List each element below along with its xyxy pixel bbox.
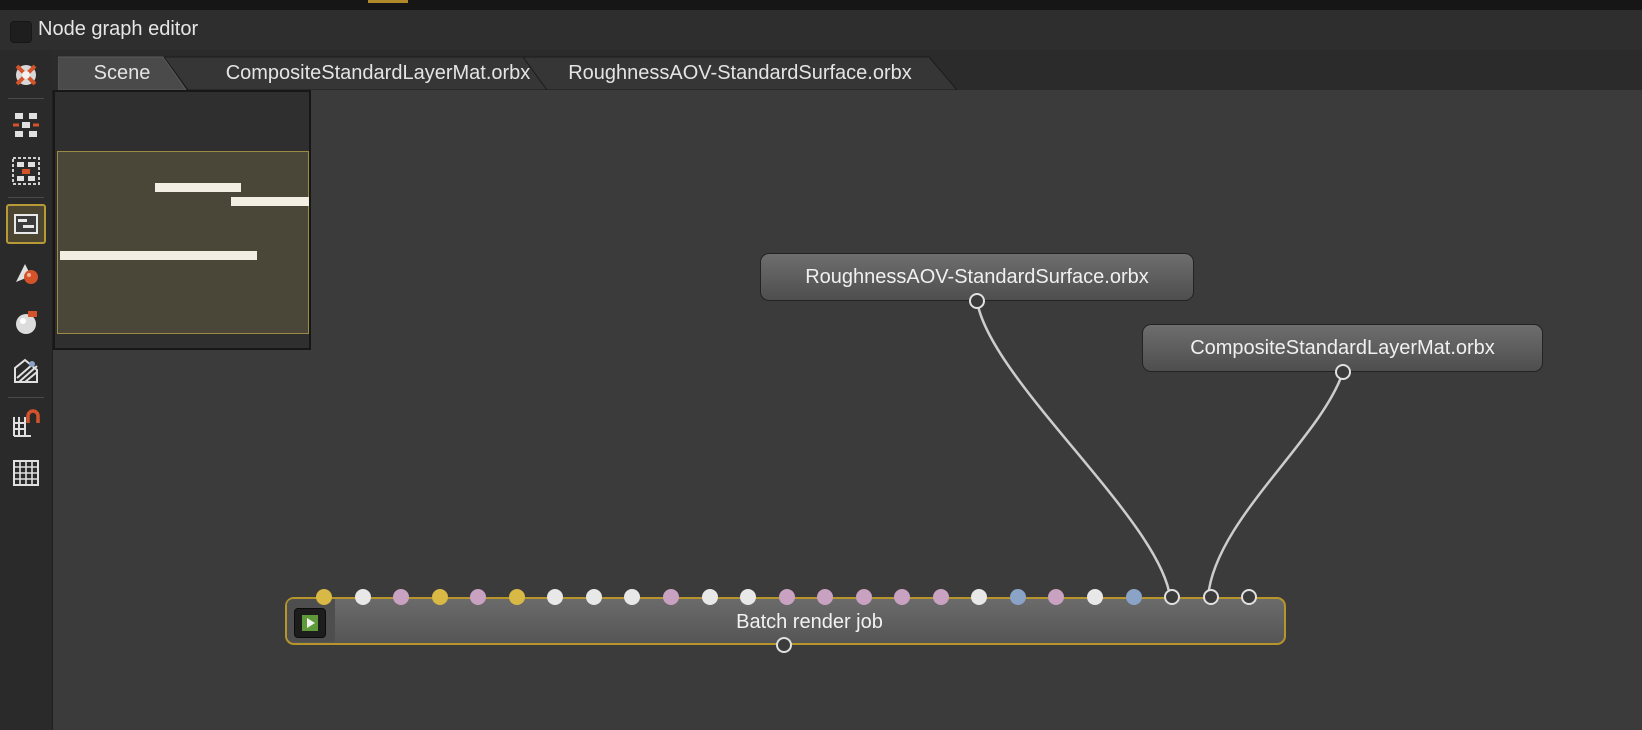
output-pin[interactable]	[1335, 364, 1351, 380]
minimap-node	[60, 251, 257, 260]
tab-label: RoughnessAOV-StandardSurface.orbx	[568, 62, 912, 84]
node-label: RoughnessAOV-StandardSurface.orbx	[805, 265, 1149, 288]
input-pin[interactable]	[1202, 589, 1219, 605]
minimap-node	[155, 183, 241, 192]
input-pin[interactable]	[1087, 589, 1103, 605]
input-pin[interactable]	[431, 589, 448, 605]
input-pin[interactable]	[393, 589, 410, 605]
input-pin[interactable]	[778, 589, 795, 605]
node-label: Batch render job	[736, 611, 883, 633]
input-pin[interactable]	[932, 589, 949, 605]
input-pin[interactable]	[316, 589, 332, 605]
node-label: CompositeStandardLayerMat.orbx	[1190, 336, 1495, 359]
output-pin[interactable]	[776, 637, 792, 653]
tab-label: CompositeStandardLayerMat.orbx	[225, 62, 531, 84]
input-pin[interactable]	[1009, 589, 1026, 605]
input-pin[interactable]	[585, 589, 602, 605]
minimap-node	[231, 197, 309, 206]
output-pin[interactable]	[969, 293, 985, 309]
tab-label: Scene	[93, 62, 151, 84]
input-pin[interactable]	[1125, 589, 1142, 605]
input-pin[interactable]	[508, 589, 525, 605]
input-pin[interactable]	[701, 589, 718, 605]
tab-roughness-aov[interactable]: RoughnessAOV-StandardSurface.orbx	[523, 55, 957, 90]
wire-composite-to-batch	[1206, 371, 1345, 598]
input-pin[interactable]	[855, 589, 872, 605]
minimap[interactable]	[53, 90, 311, 350]
input-pin[interactable]	[662, 589, 679, 605]
play-icon[interactable]	[294, 608, 326, 638]
input-pin[interactable]	[1164, 589, 1181, 605]
input-pin[interactable]	[740, 589, 757, 605]
input-pin[interactable]	[354, 589, 371, 605]
minimap-viewport[interactable]	[57, 151, 309, 334]
